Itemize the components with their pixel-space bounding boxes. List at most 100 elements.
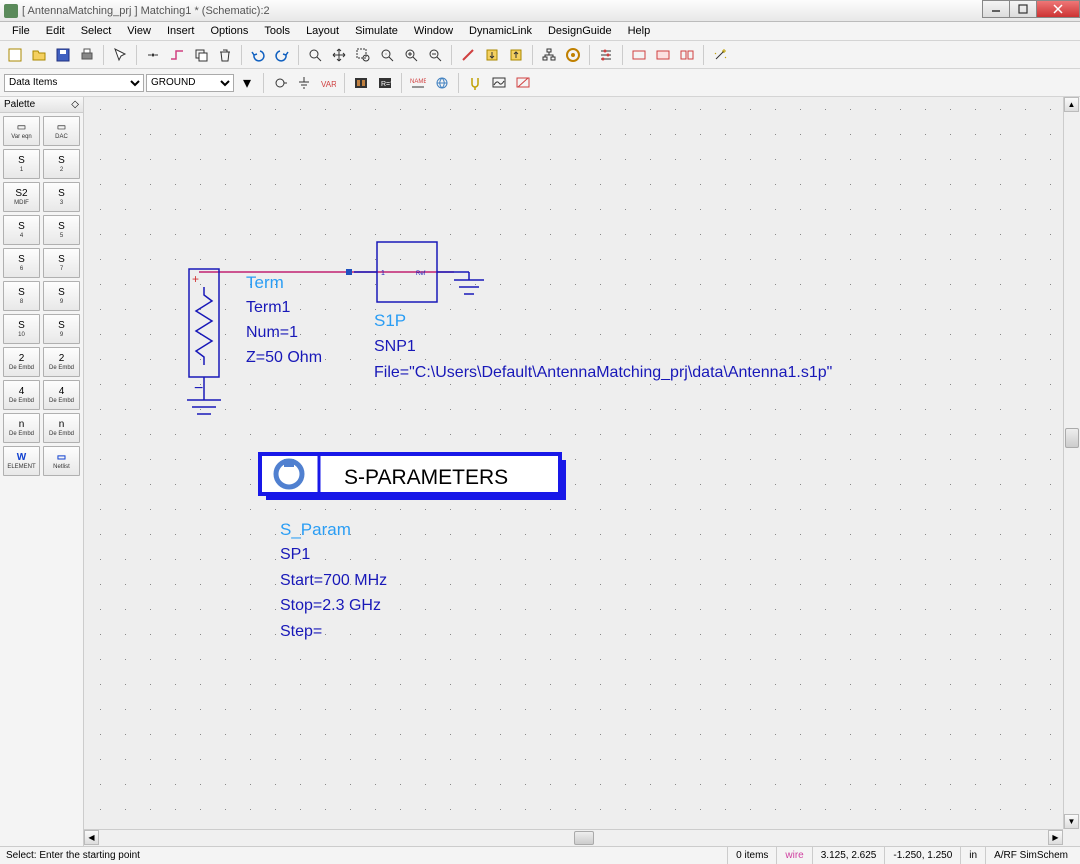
zoom-out-icon[interactable] — [424, 44, 446, 66]
scroll-right-icon[interactable]: ▶ — [1048, 830, 1063, 845]
snp-name[interactable]: SNP1 — [374, 338, 416, 355]
menu-dynamiclink[interactable]: DynamicLink — [461, 23, 540, 39]
menu-designguide[interactable]: DesignGuide — [540, 23, 620, 39]
palette-item-17[interactable]: 4De Embd — [43, 380, 80, 410]
palette-item-15[interactable]: 2De Embd — [43, 347, 80, 377]
red1-icon[interactable] — [628, 44, 650, 66]
simulate-icon[interactable] — [562, 44, 584, 66]
delete-icon[interactable] — [214, 44, 236, 66]
palette-item-11[interactable]: S9 — [43, 281, 80, 311]
palette-item-19[interactable]: nDe Embd — [43, 413, 80, 443]
palette-item-4[interactable]: S2MDIF — [3, 182, 40, 212]
palette-item-3[interactable]: S2 — [43, 149, 80, 179]
library-icon[interactable] — [350, 72, 372, 94]
menu-simulate[interactable]: Simulate — [347, 23, 406, 39]
tuning-fork-icon[interactable] — [464, 72, 486, 94]
menu-tools[interactable]: Tools — [256, 23, 298, 39]
menu-edit[interactable]: Edit — [38, 23, 73, 39]
term-name[interactable]: Term1 — [246, 299, 291, 316]
pointer-icon[interactable] — [109, 44, 131, 66]
sp-stop[interactable]: Stop=2.3 GHz — [280, 597, 381, 614]
maximize-button[interactable] — [1009, 0, 1037, 18]
zoom-area-icon[interactable] — [352, 44, 374, 66]
vscroll-thumb[interactable] — [1065, 428, 1079, 448]
term-component[interactable]: + − — [187, 269, 221, 414]
sp-name[interactable]: SP1 — [280, 546, 310, 563]
tune-icon[interactable] — [595, 44, 617, 66]
pop-icon[interactable] — [505, 44, 527, 66]
minimize-button[interactable] — [982, 0, 1010, 18]
scroll-up-icon[interactable]: ▲ — [1064, 97, 1079, 112]
display-icon[interactable] — [488, 72, 510, 94]
menu-insert[interactable]: Insert — [159, 23, 203, 39]
palette-item-12[interactable]: S10 — [3, 314, 40, 344]
palette-item-10[interactable]: S8 — [3, 281, 40, 311]
palette-item-2[interactable]: S1 — [3, 149, 40, 179]
menu-options[interactable]: Options — [202, 23, 256, 39]
vertical-scrollbar[interactable]: ▲ ▼ — [1063, 97, 1080, 829]
sp-type[interactable]: S_Param — [280, 520, 351, 539]
red2-icon[interactable] — [652, 44, 674, 66]
close-button[interactable] — [1036, 0, 1080, 18]
category-combo[interactable]: Data Items — [4, 74, 144, 92]
palette-item-13[interactable]: S9 — [43, 314, 80, 344]
component-combo[interactable]: GROUND — [146, 74, 234, 92]
zoom-in-icon[interactable] — [400, 44, 422, 66]
palette-item-5[interactable]: S3 — [43, 182, 80, 212]
push-icon[interactable] — [481, 44, 503, 66]
name-icon[interactable]: NAME — [407, 72, 429, 94]
template-icon[interactable]: R=? — [374, 72, 396, 94]
pan-icon[interactable] — [328, 44, 350, 66]
palette-item-18[interactable]: nDe Embd — [3, 413, 40, 443]
palette-item-1[interactable]: ▭DAC — [43, 116, 80, 146]
palette-item-8[interactable]: S6 — [3, 248, 40, 278]
net-icon[interactable] — [431, 72, 453, 94]
scroll-left-icon[interactable]: ◀ — [84, 830, 99, 845]
hscroll-thumb[interactable] — [574, 831, 594, 845]
horizontal-scrollbar[interactable]: ◀ ▶ — [84, 829, 1063, 846]
history-icon[interactable]: ▾ — [236, 72, 258, 94]
palette-item-6[interactable]: S4 — [3, 215, 40, 245]
menu-select[interactable]: Select — [73, 23, 120, 39]
end-command-icon[interactable] — [142, 44, 164, 66]
sp-start[interactable]: Start=700 MHz — [280, 572, 387, 589]
pin-marker[interactable] — [346, 269, 352, 275]
menu-help[interactable]: Help — [620, 23, 659, 39]
copy-icon[interactable] — [190, 44, 212, 66]
hierarchy-icon[interactable] — [538, 44, 560, 66]
menu-layout[interactable]: Layout — [298, 23, 347, 39]
term-num[interactable]: Num=1 — [246, 324, 298, 341]
menu-view[interactable]: View — [119, 23, 159, 39]
palette-item-21[interactable]: ▭Netlist — [43, 446, 80, 476]
disable-sim-icon[interactable] — [512, 72, 534, 94]
deactivate-icon[interactable] — [457, 44, 479, 66]
redo-icon[interactable] — [271, 44, 293, 66]
snp-file[interactable]: File="C:\Users\Default\AntennaMatching_p… — [374, 364, 832, 381]
palette-item-20[interactable]: WELEMENT — [3, 446, 40, 476]
menu-file[interactable]: File — [4, 23, 38, 39]
wand-icon[interactable] — [709, 44, 731, 66]
ground-icon[interactable] — [293, 72, 315, 94]
snp-type[interactable]: S1P — [374, 311, 406, 330]
view-all-icon[interactable] — [304, 44, 326, 66]
palette-item-7[interactable]: S5 — [43, 215, 80, 245]
new-icon[interactable] — [4, 44, 26, 66]
palette-item-16[interactable]: 4De Embd — [3, 380, 40, 410]
open-icon[interactable] — [28, 44, 50, 66]
wire-icon[interactable] — [166, 44, 188, 66]
sp-step[interactable]: Step= — [280, 623, 322, 640]
palette-item-0[interactable]: ▭Var eqn — [3, 116, 40, 146]
sparam-block[interactable]: S-PARAMETERS — [260, 454, 566, 500]
zoom-point-icon[interactable] — [376, 44, 398, 66]
palette-item-14[interactable]: 2De Embd — [3, 347, 40, 377]
schematic-canvas[interactable]: + − Term Term1 Num=1 Z=50 Ohm 1 Ref — [84, 97, 1080, 846]
undo-icon[interactable] — [247, 44, 269, 66]
term-type[interactable]: Term — [246, 273, 284, 292]
red3-icon[interactable] — [676, 44, 698, 66]
var-icon[interactable]: VAR — [317, 72, 339, 94]
palette-item-9[interactable]: S7 — [43, 248, 80, 278]
menu-window[interactable]: Window — [406, 23, 461, 39]
scroll-down-icon[interactable]: ▼ — [1064, 814, 1079, 829]
palette-pin-icon[interactable]: ◇ — [71, 99, 79, 110]
port-icon[interactable] — [269, 72, 291, 94]
